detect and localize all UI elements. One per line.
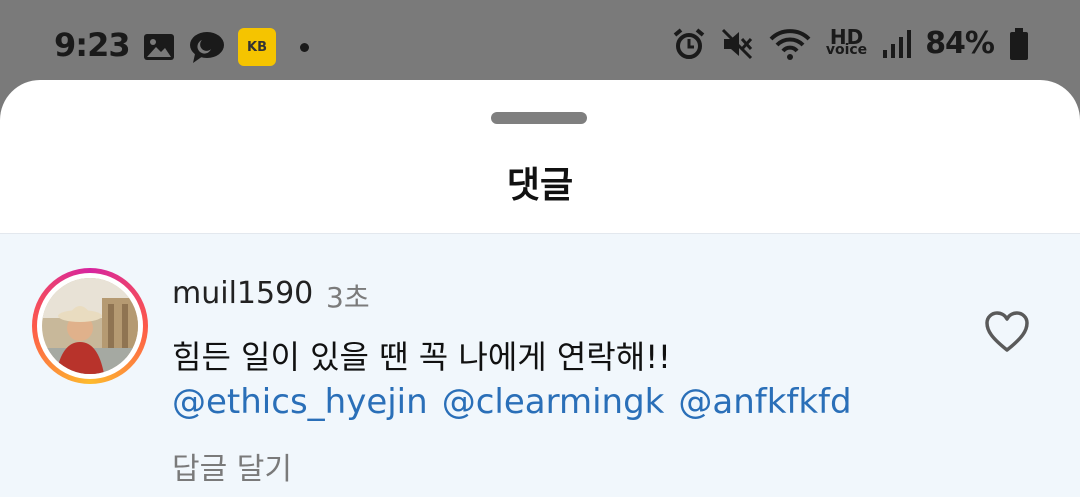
comment-text: 힘든 일이 있을 땐 꼭 나에게 연락해!! bbox=[172, 338, 671, 376]
status-time: 9:23 bbox=[54, 26, 131, 64]
mention-link[interactable]: @anfkfkfd bbox=[678, 382, 851, 422]
avatar-story-ring[interactable] bbox=[32, 268, 148, 384]
hd-voice-icon: HD voice bbox=[825, 24, 868, 58]
status-bar: 9:23 KB HD voice 84% bbox=[0, 0, 1080, 80]
chat-bubble-icon bbox=[190, 32, 224, 63]
alarm-icon bbox=[673, 27, 705, 59]
comments-sheet: 댓글 muil1590 3초 힘든 일이 있을 땐 꼭 나에게 연락해!! @e… bbox=[0, 80, 1080, 497]
comment-username[interactable]: muil1590 bbox=[172, 276, 313, 311]
kb-bank-icon: KB bbox=[238, 28, 276, 66]
notification-icons: KB bbox=[142, 28, 309, 66]
mention-link[interactable]: @ethics_hyejin bbox=[172, 382, 428, 422]
status-right: HD voice 84% bbox=[672, 26, 1030, 61]
reply-button[interactable]: 답글 달기 bbox=[172, 444, 292, 488]
drag-handle[interactable] bbox=[491, 112, 587, 124]
heart-icon[interactable] bbox=[984, 310, 1030, 354]
mute-icon bbox=[721, 28, 752, 59]
comment-time: 3초 bbox=[326, 281, 370, 314]
gallery-icon bbox=[144, 34, 174, 60]
battery-icon bbox=[1010, 27, 1028, 60]
mention-link[interactable]: @clearmingk bbox=[442, 382, 665, 422]
battery-percent: 84% bbox=[925, 26, 995, 61]
wifi-icon bbox=[769, 28, 811, 60]
comment-mentions: @ethics_hyejin @clearmingk @anfkfkfd bbox=[172, 382, 852, 422]
avatar bbox=[42, 278, 138, 374]
signal-icon bbox=[883, 29, 912, 58]
sheet-title: 댓글 bbox=[506, 165, 574, 206]
more-notifications-dot bbox=[300, 42, 309, 52]
comment-item: muil1590 3초 힘든 일이 있을 땐 꼭 나에게 연락해!! @ethi… bbox=[0, 233, 1080, 497]
